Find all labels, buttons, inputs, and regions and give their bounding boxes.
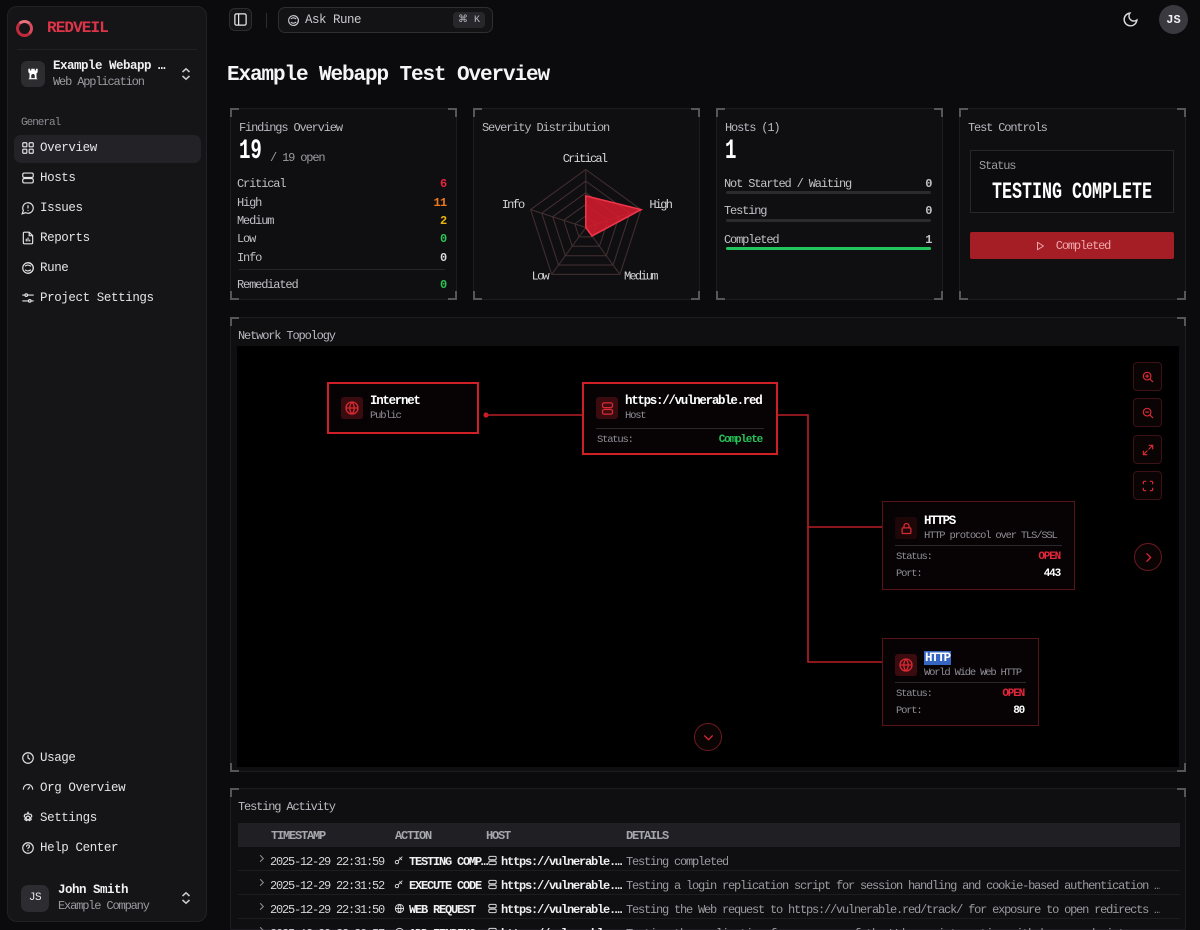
svg-text:Info: Info	[502, 198, 525, 212]
svg-text:Medium: Medium	[624, 270, 658, 284]
svg-text:Low: Low	[532, 270, 551, 284]
svg-text:Critical: Critical	[563, 152, 608, 166]
svg-text:High: High	[649, 198, 672, 212]
